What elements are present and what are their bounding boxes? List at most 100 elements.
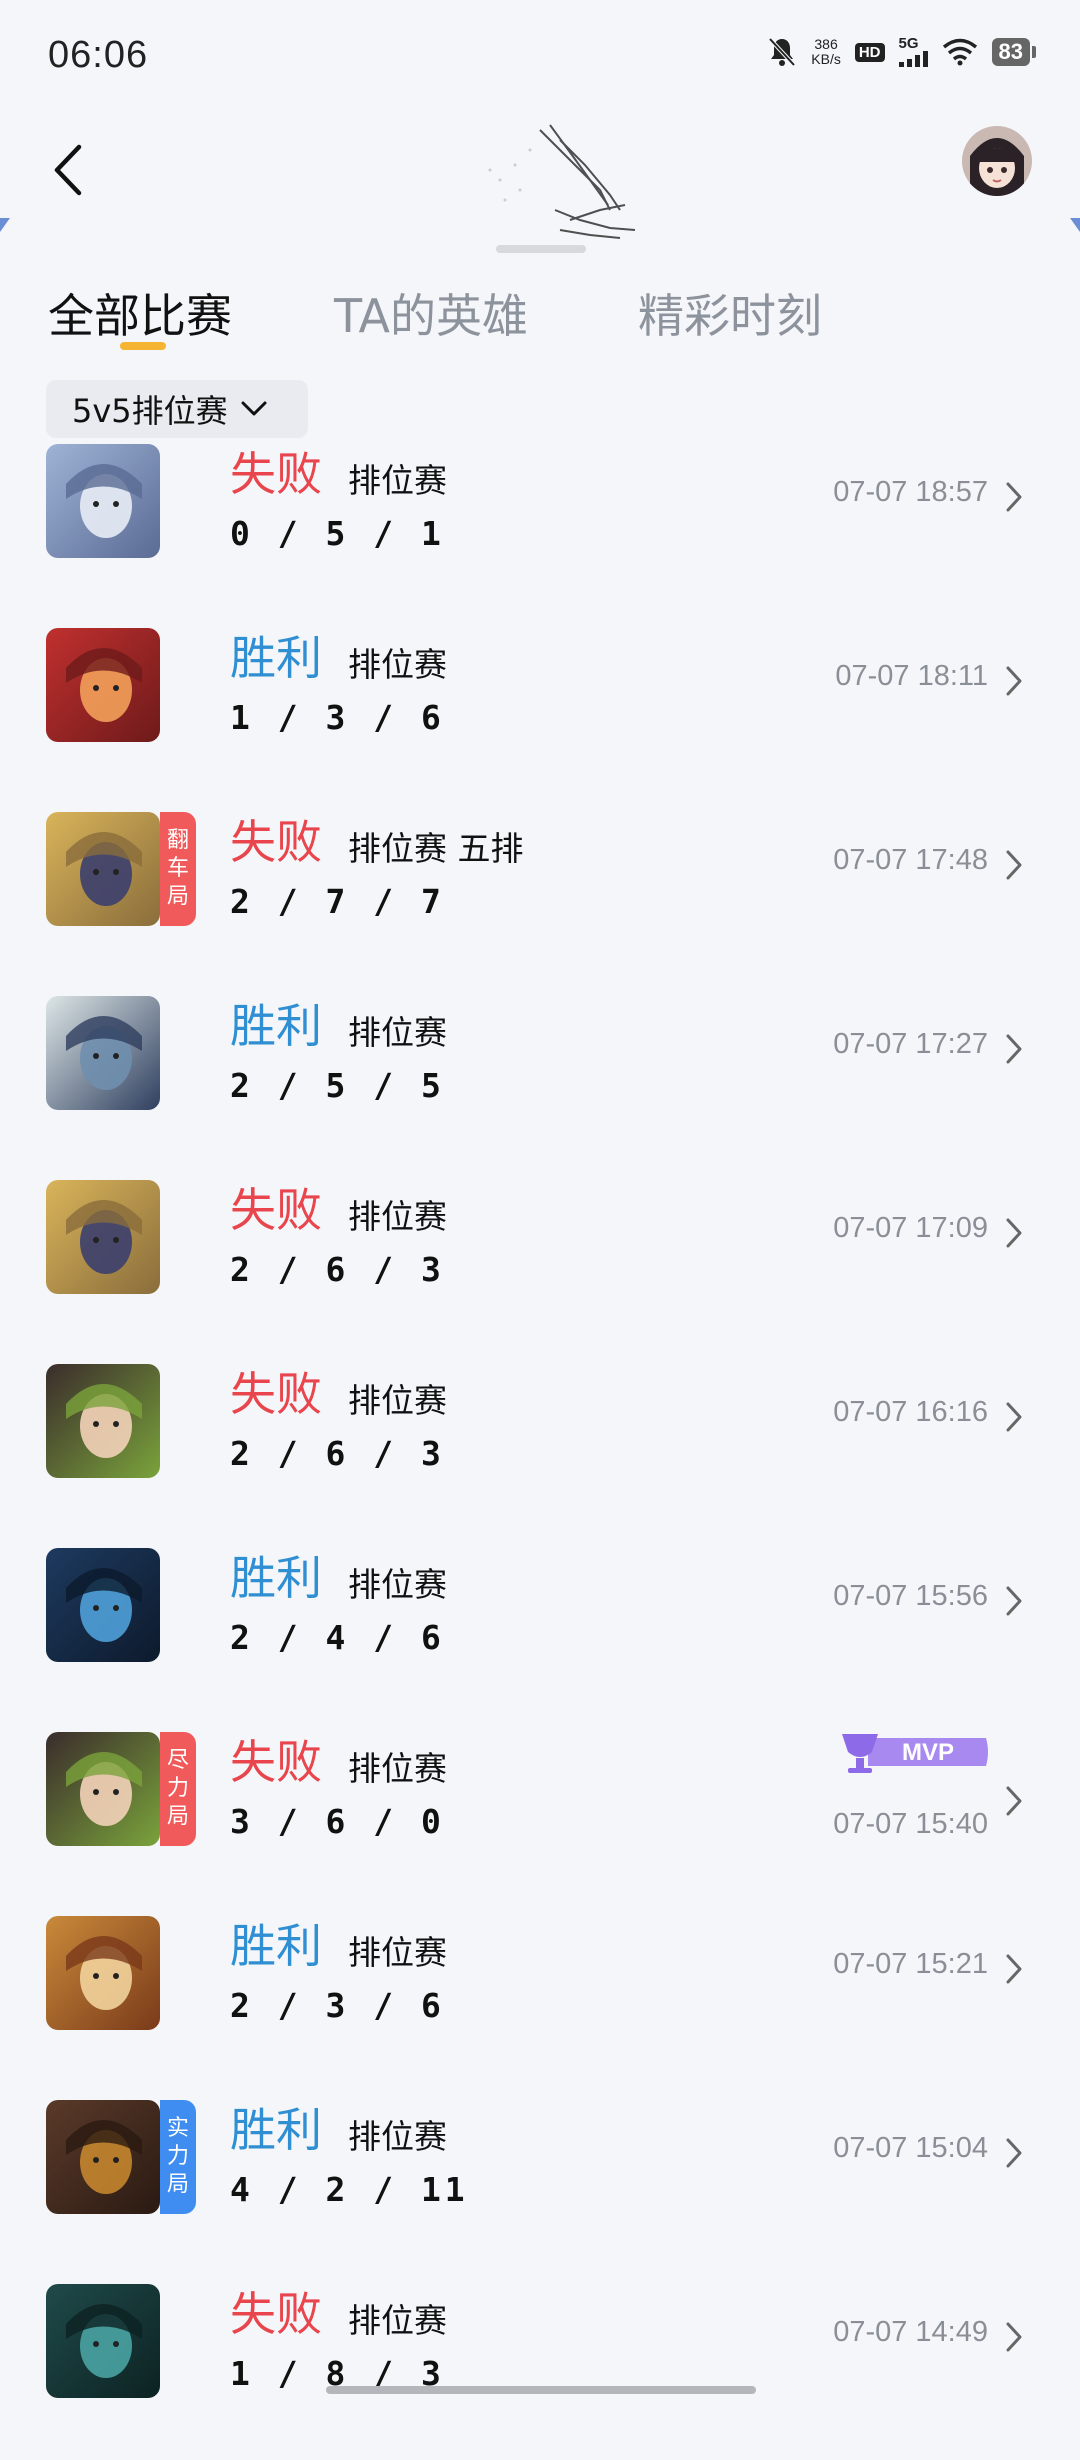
tab-active-indicator — [120, 342, 166, 350]
match-mode: 排位赛 — [348, 461, 447, 500]
match-tag-badge: 实力局 — [160, 2100, 196, 2214]
net-speed-unit: KB/s — [811, 51, 841, 67]
match-kda: 0 / 5 / 1 — [230, 514, 445, 553]
hero-portrait — [46, 444, 160, 558]
match-mode: 排位赛 — [348, 1381, 447, 1420]
user-avatar[interactable] — [962, 126, 1032, 196]
match-result: 失败 — [230, 815, 322, 869]
match-mode: 排位赛 — [348, 2117, 447, 2156]
match-row[interactable]: 失败 排位赛 2 / 6 / 3 07-07 16:16 — [0, 1356, 1080, 1540]
match-result: 失败 — [230, 1735, 322, 1789]
match-kda: 1 / 3 / 6 — [230, 698, 445, 737]
hd-badge: HD — [854, 42, 885, 62]
match-kda: 2 / 6 / 3 — [230, 1250, 445, 1289]
match-result: 失败 — [230, 1367, 322, 1421]
match-mode: 排位赛 — [348, 1565, 447, 1604]
match-result: 胜利 — [230, 2103, 322, 2157]
tab-heroes[interactable]: TA的英雄 — [334, 280, 528, 346]
hero-portrait — [46, 628, 160, 742]
match-kda: 2 / 3 / 6 — [230, 1986, 445, 2025]
match-time: 07-07 14:49 — [833, 2316, 988, 2348]
match-time: 07-07 15:21 — [833, 1948, 988, 1980]
match-time: 07-07 16:16 — [833, 1396, 988, 1428]
match-kda: 4 / 2 / 11 — [230, 2170, 469, 2209]
match-row[interactable]: 尽力局失败 排位赛 3 / 6 / 0 MVP 07-07 15:40 — [0, 1724, 1080, 1908]
match-time: 07-07 17:09 — [833, 1212, 988, 1244]
match-result: 胜利 — [230, 1551, 322, 1605]
match-mode: 排位赛 — [348, 1197, 447, 1236]
hero-portrait — [46, 996, 160, 1110]
match-mode: 排位赛 — [348, 2301, 447, 2340]
match-time: 07-07 18:57 — [833, 476, 988, 508]
tab-highlights[interactable]: 精彩时刻 — [638, 280, 822, 346]
chevron-right-icon — [1006, 1034, 1022, 1064]
header — [0, 110, 1080, 253]
match-result: 胜利 — [230, 1919, 322, 1973]
match-kda: 2 / 6 / 3 — [230, 1434, 445, 1473]
hero-portrait — [46, 1364, 160, 1478]
match-kda: 2 / 4 / 6 — [230, 1618, 445, 1657]
chevron-left-icon — [54, 144, 82, 196]
mode-filter-dropdown[interactable]: 5v5排位赛 — [46, 380, 308, 438]
match-row[interactable]: 胜利 排位赛 1 / 3 / 6 07-07 18:11 — [0, 620, 1080, 804]
match-row[interactable]: 失败 排位赛 0 / 5 / 1 07-07 18:57 — [0, 436, 1080, 620]
match-result: 胜利 — [230, 999, 322, 1053]
tab-all-matches[interactable]: 全部比赛 — [48, 280, 232, 346]
network-speed: 386 KB/s — [811, 37, 841, 67]
chevron-right-icon — [1006, 2322, 1022, 2352]
chevron-right-icon — [1006, 482, 1022, 512]
chevron-right-icon — [1006, 666, 1022, 696]
match-result: 失败 — [230, 447, 322, 501]
status-time: 06:06 — [48, 34, 149, 76]
hero-portrait — [46, 1732, 160, 1846]
hero-portrait — [46, 2100, 160, 2214]
header-corner-right — [1070, 218, 1080, 232]
match-kda: 2 / 7 / 7 — [230, 882, 445, 921]
hero-portrait — [46, 1180, 160, 1294]
bell-muted-icon — [768, 37, 796, 67]
match-row[interactable]: 翻车局失败 排位赛 五排 2 / 7 / 7 07-07 17:48 — [0, 804, 1080, 988]
chevron-right-icon — [1006, 1402, 1022, 1432]
match-result: 失败 — [230, 1183, 322, 1237]
match-kda: 2 / 5 / 5 — [230, 1066, 445, 1105]
chevron-right-icon — [1006, 1786, 1022, 1816]
match-time: 07-07 17:27 — [833, 1028, 988, 1060]
status-bar: 06:06 386 KB/s HD 5G 83 — [0, 0, 1080, 110]
wifi-icon — [942, 38, 977, 66]
match-row[interactable]: 胜利 排位赛 2 / 3 / 6 07-07 15:21 — [0, 1908, 1080, 2092]
match-row[interactable]: 失败 排位赛 2 / 6 / 3 07-07 17:09 — [0, 1172, 1080, 1356]
net-speed-value: 386 — [814, 36, 838, 52]
match-mode: 排位赛 五排 — [348, 829, 524, 868]
chevron-right-icon — [1006, 1954, 1022, 1984]
hero-portrait — [46, 1916, 160, 2030]
battery-icon: 83 — [991, 38, 1036, 66]
chevron-right-icon — [1006, 1218, 1022, 1248]
match-time: 07-07 15:56 — [833, 1580, 988, 1612]
match-kda: 3 / 6 / 0 — [230, 1802, 445, 1841]
hero-portrait — [46, 2284, 160, 2398]
match-row[interactable]: 实力局胜利 排位赛 4 / 2 / 11 07-07 15:04 — [0, 2092, 1080, 2276]
match-row[interactable]: 胜利 排位赛 2 / 4 / 6 07-07 15:56 — [0, 1540, 1080, 1724]
filter-label: 5v5排位赛 — [72, 392, 228, 430]
status-icons: 386 KB/s HD 5G 83 — [767, 36, 1036, 68]
cell-signal: 5G — [898, 35, 928, 67]
match-time: 07-07 15:04 — [833, 2132, 988, 2164]
match-mode: 排位赛 — [348, 1933, 447, 1972]
battery-level: 83 — [991, 38, 1030, 66]
match-mode: 排位赛 — [348, 1013, 447, 1052]
chevron-down-icon — [241, 401, 267, 416]
mvp-badge: MVP — [838, 1728, 990, 1776]
home-indicator — [326, 2386, 756, 2394]
match-result: 失败 — [230, 2287, 322, 2341]
mvp-label: MVP — [902, 1739, 954, 1766]
back-button[interactable] — [38, 130, 98, 210]
signal-type: 5G — [898, 35, 919, 52]
hero-portrait — [46, 1548, 160, 1662]
match-mode: 排位赛 — [348, 1749, 447, 1788]
match-tag-badge: 翻车局 — [160, 812, 196, 926]
match-row[interactable]: 胜利 排位赛 2 / 5 / 5 07-07 17:27 — [0, 988, 1080, 1172]
hero-portrait — [46, 812, 160, 926]
match-row[interactable]: 失败 排位赛 1 / 8 / 3 07-07 14:49 — [0, 2276, 1080, 2460]
match-tag-badge: 尽力局 — [160, 1732, 196, 1846]
signal-bars-icon — [898, 51, 928, 67]
